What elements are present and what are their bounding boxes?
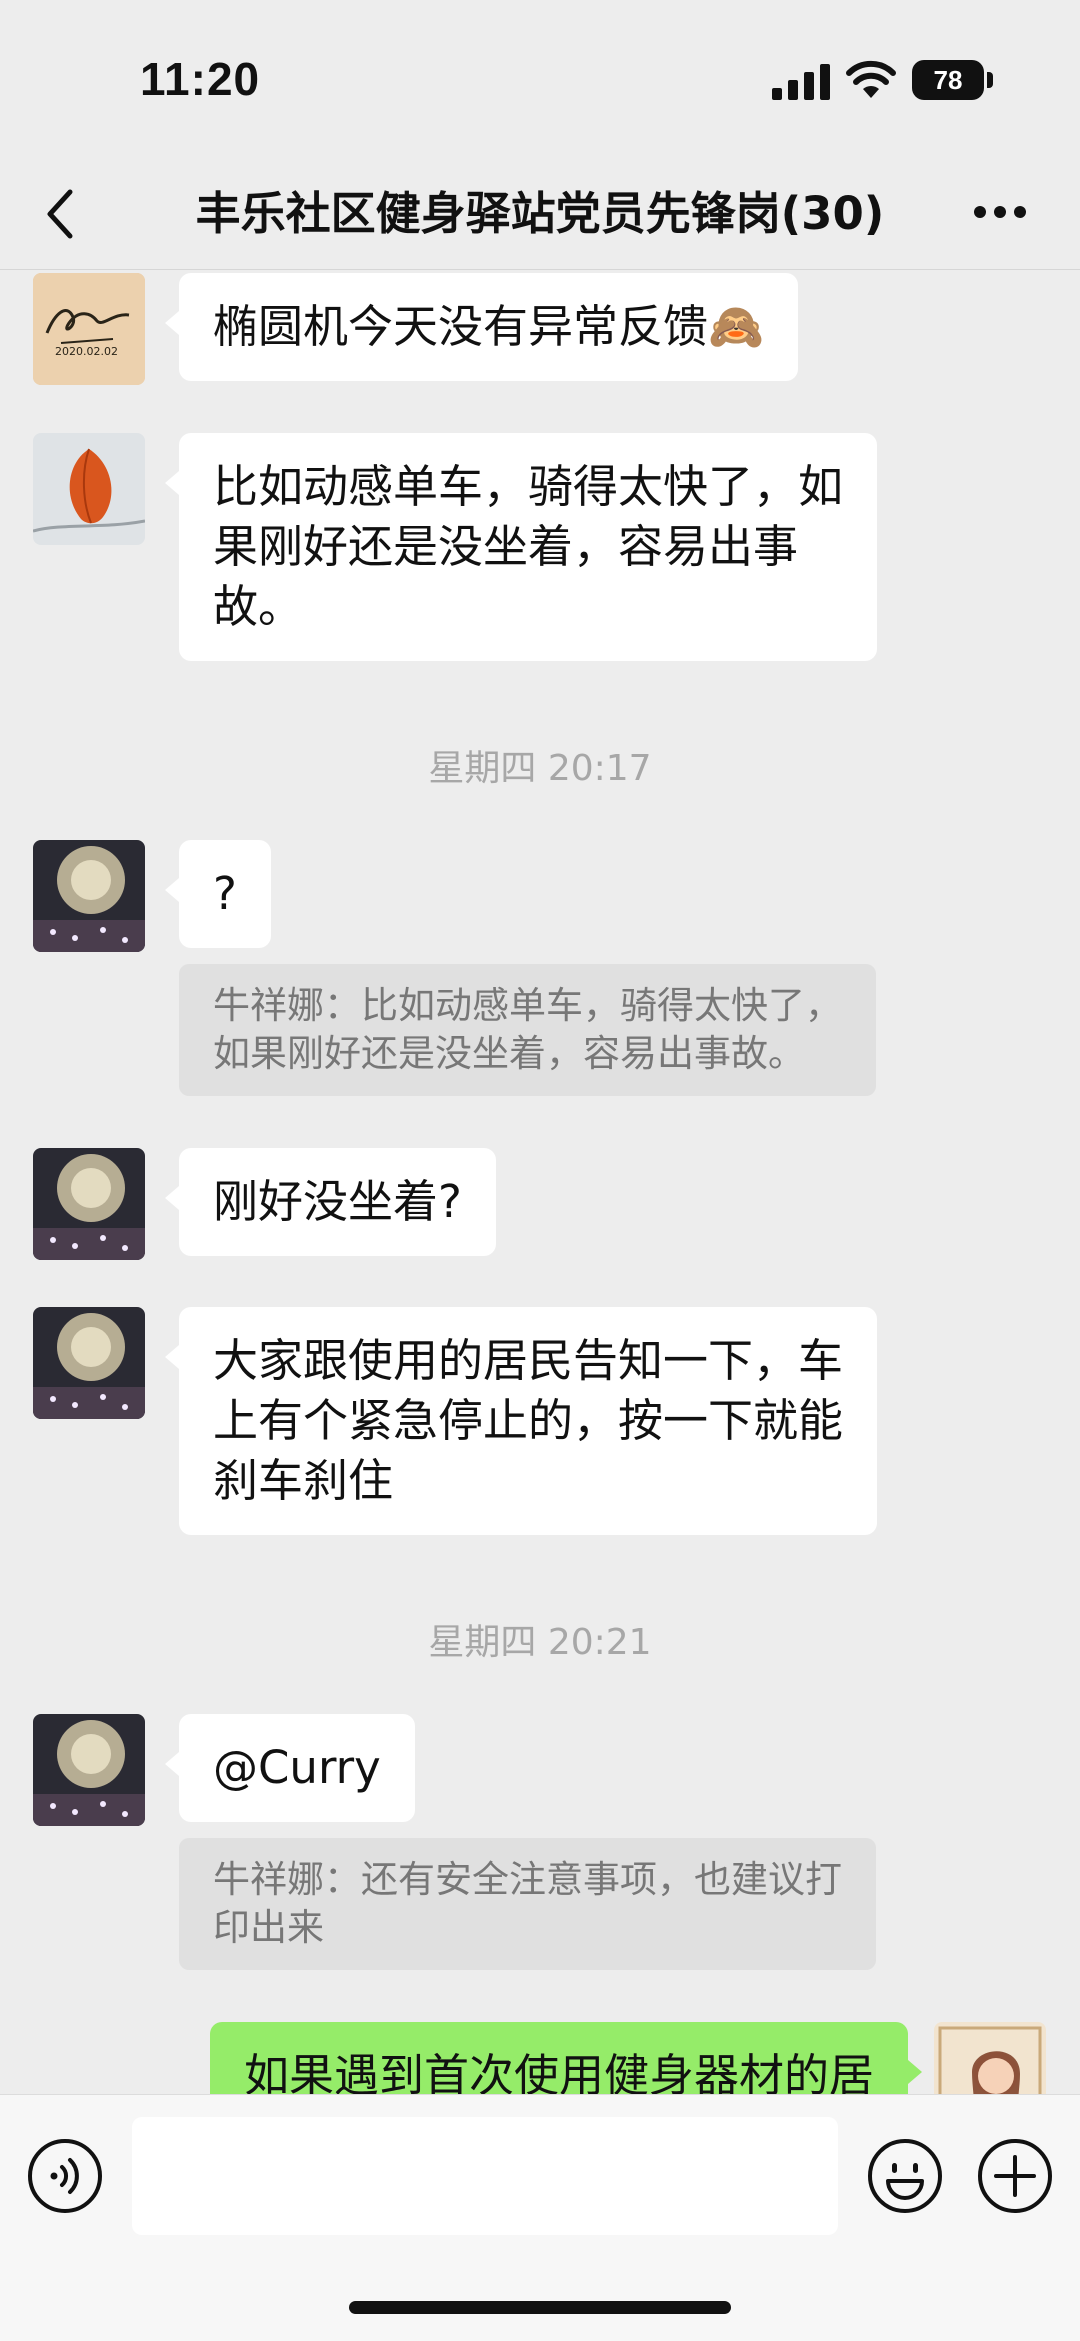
message-bubble[interactable]: @Curry	[165, 1714, 415, 1822]
signature-avatar[interactable]: 2020.02.02	[33, 273, 145, 385]
message-bubble[interactable]: 刚好没坐着?	[165, 1148, 496, 1256]
home-indicator[interactable]	[349, 2301, 731, 2314]
battery-cap	[987, 72, 993, 88]
quote-line: 如果刚好还是没坐着，容易出事故。	[213, 1032, 805, 1075]
lantern-flower-avatar[interactable]	[33, 433, 145, 545]
chat-header: 丰乐社区健身驿站党员先锋岗(30)	[0, 160, 1080, 270]
message-line: 大家跟使用的居民告知一下，车	[213, 1334, 844, 1387]
message-bubble[interactable]: ?	[165, 840, 271, 948]
tree-lights-avatar[interactable]	[33, 1714, 145, 1826]
cartoon-girl-avatar[interactable]	[934, 2022, 1046, 2094]
timestamp: 星期四 20:21	[428, 1622, 652, 1663]
message-input[interactable]	[132, 2117, 838, 2235]
wifi-icon	[846, 60, 896, 98]
tree-lights-avatar[interactable]	[33, 1307, 145, 1419]
quote-line: 牛祥娜：比如动感单车，骑得太快了，	[213, 984, 842, 1027]
message-bubble[interactable]: 比如动感单车，骑得太快了，如 果刚好还是没坐着，容易出事 故。	[164, 433, 878, 661]
emoji-icon[interactable]	[866, 2137, 944, 2215]
chevron-left-icon[interactable]	[40, 184, 80, 244]
cellular-signal-icon	[772, 64, 830, 100]
voice-icon[interactable]	[26, 2137, 104, 2215]
quote-line: 牛祥娜：还有安全注意事项，也建议打	[213, 1858, 842, 1901]
timestamp: 星期四 20:17	[428, 748, 652, 789]
message-bubble-outgoing[interactable]: 如果遇到首次使用健身器材的居	[209, 2022, 923, 2094]
message-line: 上有个紧急停止的，按一下就能	[213, 1394, 844, 1447]
message-bubble[interactable]: 椭圆机今天没有异常反馈🙈	[164, 273, 799, 381]
ellipsis-icon[interactable]	[972, 202, 1028, 222]
tree-lights-avatar[interactable]	[33, 840, 145, 952]
message-line: 比如动感单车，骑得太快了，如	[213, 460, 844, 513]
tree-lights-avatar[interactable]	[33, 1148, 145, 1260]
quoted-reply[interactable]: 牛祥娜：比如动感单车，骑得太快了， 如果刚好还是没坐着，容易出事故。	[179, 964, 876, 1096]
plus-icon[interactable]	[976, 2137, 1054, 2215]
battery-icon: 78	[912, 60, 984, 100]
status-bar: 11:20 78	[0, 0, 1080, 160]
message-line: 刹车刹住	[213, 1454, 394, 1507]
chat-title: 丰乐社区健身驿站党员先锋岗(30)	[195, 187, 885, 240]
message-bubble[interactable]: 大家跟使用的居民告知一下，车 上有个紧急停止的，按一下就能 刹车刹住	[164, 1307, 878, 1535]
message-line: 故。	[213, 580, 304, 633]
chat-message-list[interactable]: 2020.02.02 椭圆机今天没有异常反馈🙈 比如动感单车，骑得太快了，如 果…	[0, 271, 1080, 2094]
input-bar	[0, 2094, 1080, 2341]
message-line: 果刚好还是没坐着，容易出事	[213, 520, 799, 573]
status-time: 11:20	[140, 53, 261, 105]
quoted-reply[interactable]: 牛祥娜：还有安全注意事项，也建议打 印出来	[179, 1838, 876, 1970]
quote-line: 印出来	[213, 1906, 324, 1949]
svg-text:2020.02.02: 2020.02.02	[55, 345, 118, 358]
